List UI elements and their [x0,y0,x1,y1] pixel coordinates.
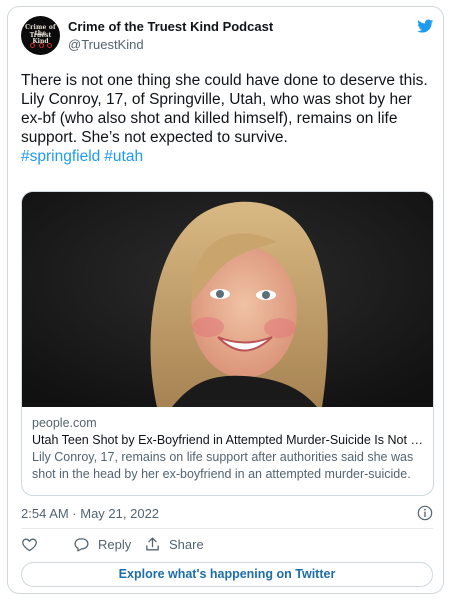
info-icon[interactable] [417,505,433,521]
upload-arrow-icon [146,536,159,550]
link-preview-card[interactable]: people.com Utah Teen Shot by Ex-Boyfrien… [21,191,434,496]
hashtag-link[interactable]: #utah [104,148,143,165]
author-handle[interactable]: @TruestKind [68,37,144,52]
hashtags: #springfield #utah [21,147,433,166]
avatar-rings [30,43,52,48]
card-description: Lily Conroy, 17, remains on life support… [32,450,414,481]
tweet-paragraph: There is not one thing she could have do… [21,72,428,89]
share-label: Share [169,536,204,552]
hashtag-link[interactable]: #springfield [21,148,100,165]
heart-icon [22,538,37,551]
card-title: Utah Teen Shot by Ex-Boyfriend in Attemp… [32,433,424,447]
divider [21,528,433,529]
like-button[interactable] [21,531,46,557]
share-button[interactable]: Share [144,531,204,557]
tweet-card: Crime of the Truest Kind Crime of the Tr… [7,6,444,594]
tweet-text: There is not one thing she could have do… [21,71,433,166]
explore-twitter-button[interactable]: Explore what's happening on Twitter [21,562,433,587]
article-photo [22,192,433,407]
card-domain: people.com [32,416,97,430]
twitter-bird-icon[interactable] [416,18,435,34]
card-meta: people.com Utah Teen Shot by Ex-Boyfrien… [32,415,424,483]
speech-bubble-icon [74,537,89,552]
tweet-paragraph: Lily Conroy, 17, of Springville, Utah, w… [21,91,412,146]
avatar[interactable]: Crime of the Truest Kind [21,16,60,55]
author-name[interactable]: Crime of the Truest Kind Podcast [68,19,273,34]
reply-button[interactable]: Reply [73,531,131,557]
timestamp[interactable]: 2:54 AM · May 21, 2022 [21,506,159,521]
reply-label: Reply [98,536,132,552]
